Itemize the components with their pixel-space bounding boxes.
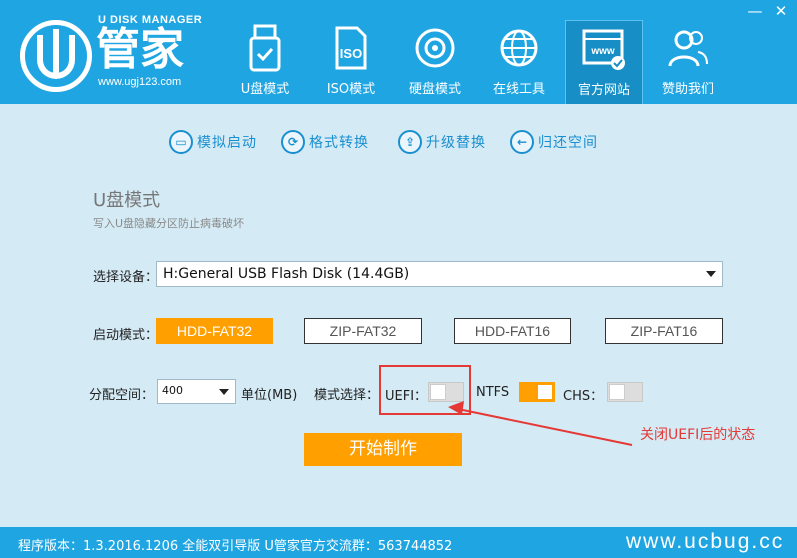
alloc-label: 分配空间： [89, 388, 155, 403]
alloc-unit: 单位(MB) [241, 388, 298, 403]
convert-icon: ⟳ [281, 130, 305, 154]
nav-label: 官方网站 [577, 83, 630, 98]
close-button[interactable]: ✕ [770, 2, 792, 20]
annotation-arrow-icon [448, 401, 633, 446]
device-label: 选择设备： [93, 270, 159, 285]
iso-file-icon: ISO [335, 26, 367, 70]
nav-label: 赞助我们 [661, 82, 714, 97]
section-title: U盘模式 [93, 190, 161, 211]
version-info: 程序版本：1.3.2016.1206 全能双引导版 U管家官方交流群：56374… [18, 539, 453, 554]
boot-mode-hdd-fat32[interactable]: HDD-FAT32 [156, 318, 273, 344]
device-select[interactable]: H:General USB Flash Disk (14.4GB) [156, 261, 723, 287]
upgrade-icon: ⇪ [398, 130, 422, 154]
subnav-simulate-boot[interactable]: ▭ 模拟启动 [169, 130, 257, 154]
monitor-icon: ▭ [169, 130, 193, 154]
nav-label: 硬盘模式 [408, 82, 461, 97]
brand-name: 管家 [96, 24, 184, 75]
boot-mode-hdd-fat16[interactable]: HDD-FAT16 [454, 318, 571, 344]
nav-iso-mode[interactable]: ISO ISO模式 [312, 20, 390, 104]
nav-label: U盘模式 [240, 82, 290, 97]
annotation-text: 关闭UEFI后的状态 [640, 427, 756, 443]
brand-url: www.ugj123.com [98, 76, 182, 88]
back-arrow-icon: ← [510, 130, 534, 154]
nav-label: ISO模式 [326, 82, 376, 97]
nav-online-tools[interactable]: 在线工具 [480, 20, 558, 104]
usb-drive-icon [249, 24, 281, 72]
subnav-label: 归还空间 [538, 135, 598, 151]
watermark: www.ucbug.cc [626, 530, 785, 553]
subnav-label: 升级替换 [426, 135, 486, 151]
mode-select-label: 模式选择： [314, 388, 380, 403]
boot-mode-zip-fat32[interactable]: ZIP-FAT32 [304, 318, 422, 344]
chevron-down-icon [706, 271, 716, 277]
nav-hdd-mode[interactable]: 硬盘模式 [396, 20, 474, 104]
minimize-button[interactable]: — [744, 2, 766, 20]
subnav-label: 格式转换 [309, 135, 369, 151]
subnav-format-convert[interactable]: ⟳ 格式转换 [281, 130, 369, 154]
logo-mark-icon [20, 20, 92, 92]
subnav-label: 模拟启动 [197, 135, 257, 151]
svg-text:www: www [590, 46, 615, 57]
svg-text:ISO: ISO [340, 46, 362, 61]
app-logo: U DISK MANAGER 管家 www.ugj123.com [20, 14, 202, 94]
header-bar: U DISK MANAGER 管家 www.ugj123.com U盘模式 IS… [0, 0, 797, 104]
subnav-restore-space[interactable]: ← 归还空间 [510, 130, 598, 154]
subnav-upgrade[interactable]: ⇪ 升级替换 [398, 130, 486, 154]
device-value: H:General USB Flash Disk (14.4GB) [163, 266, 410, 282]
nav-official-site[interactable]: www 官方网站 [565, 20, 643, 104]
chevron-down-icon [219, 389, 229, 395]
website-icon: www [582, 29, 625, 70]
users-icon [668, 30, 708, 67]
nav-label: 在线工具 [492, 82, 545, 97]
boot-mode-zip-fat16[interactable]: ZIP-FAT16 [605, 318, 723, 344]
nav-usb-mode[interactable]: U盘模式 [226, 20, 304, 104]
alloc-size-select[interactable]: 400 [157, 379, 236, 404]
hard-disk-icon [415, 28, 455, 68]
alloc-size-value: 400 [162, 384, 183, 397]
nav-sponsor[interactable]: 赞助我们 [649, 20, 727, 104]
globe-icon [500, 29, 538, 67]
section-subtitle: 写入U盘隐藏分区防止病毒破坏 [93, 217, 245, 230]
boot-mode-label: 启动模式： [93, 328, 159, 343]
start-button[interactable]: 开始制作 [304, 433, 462, 466]
